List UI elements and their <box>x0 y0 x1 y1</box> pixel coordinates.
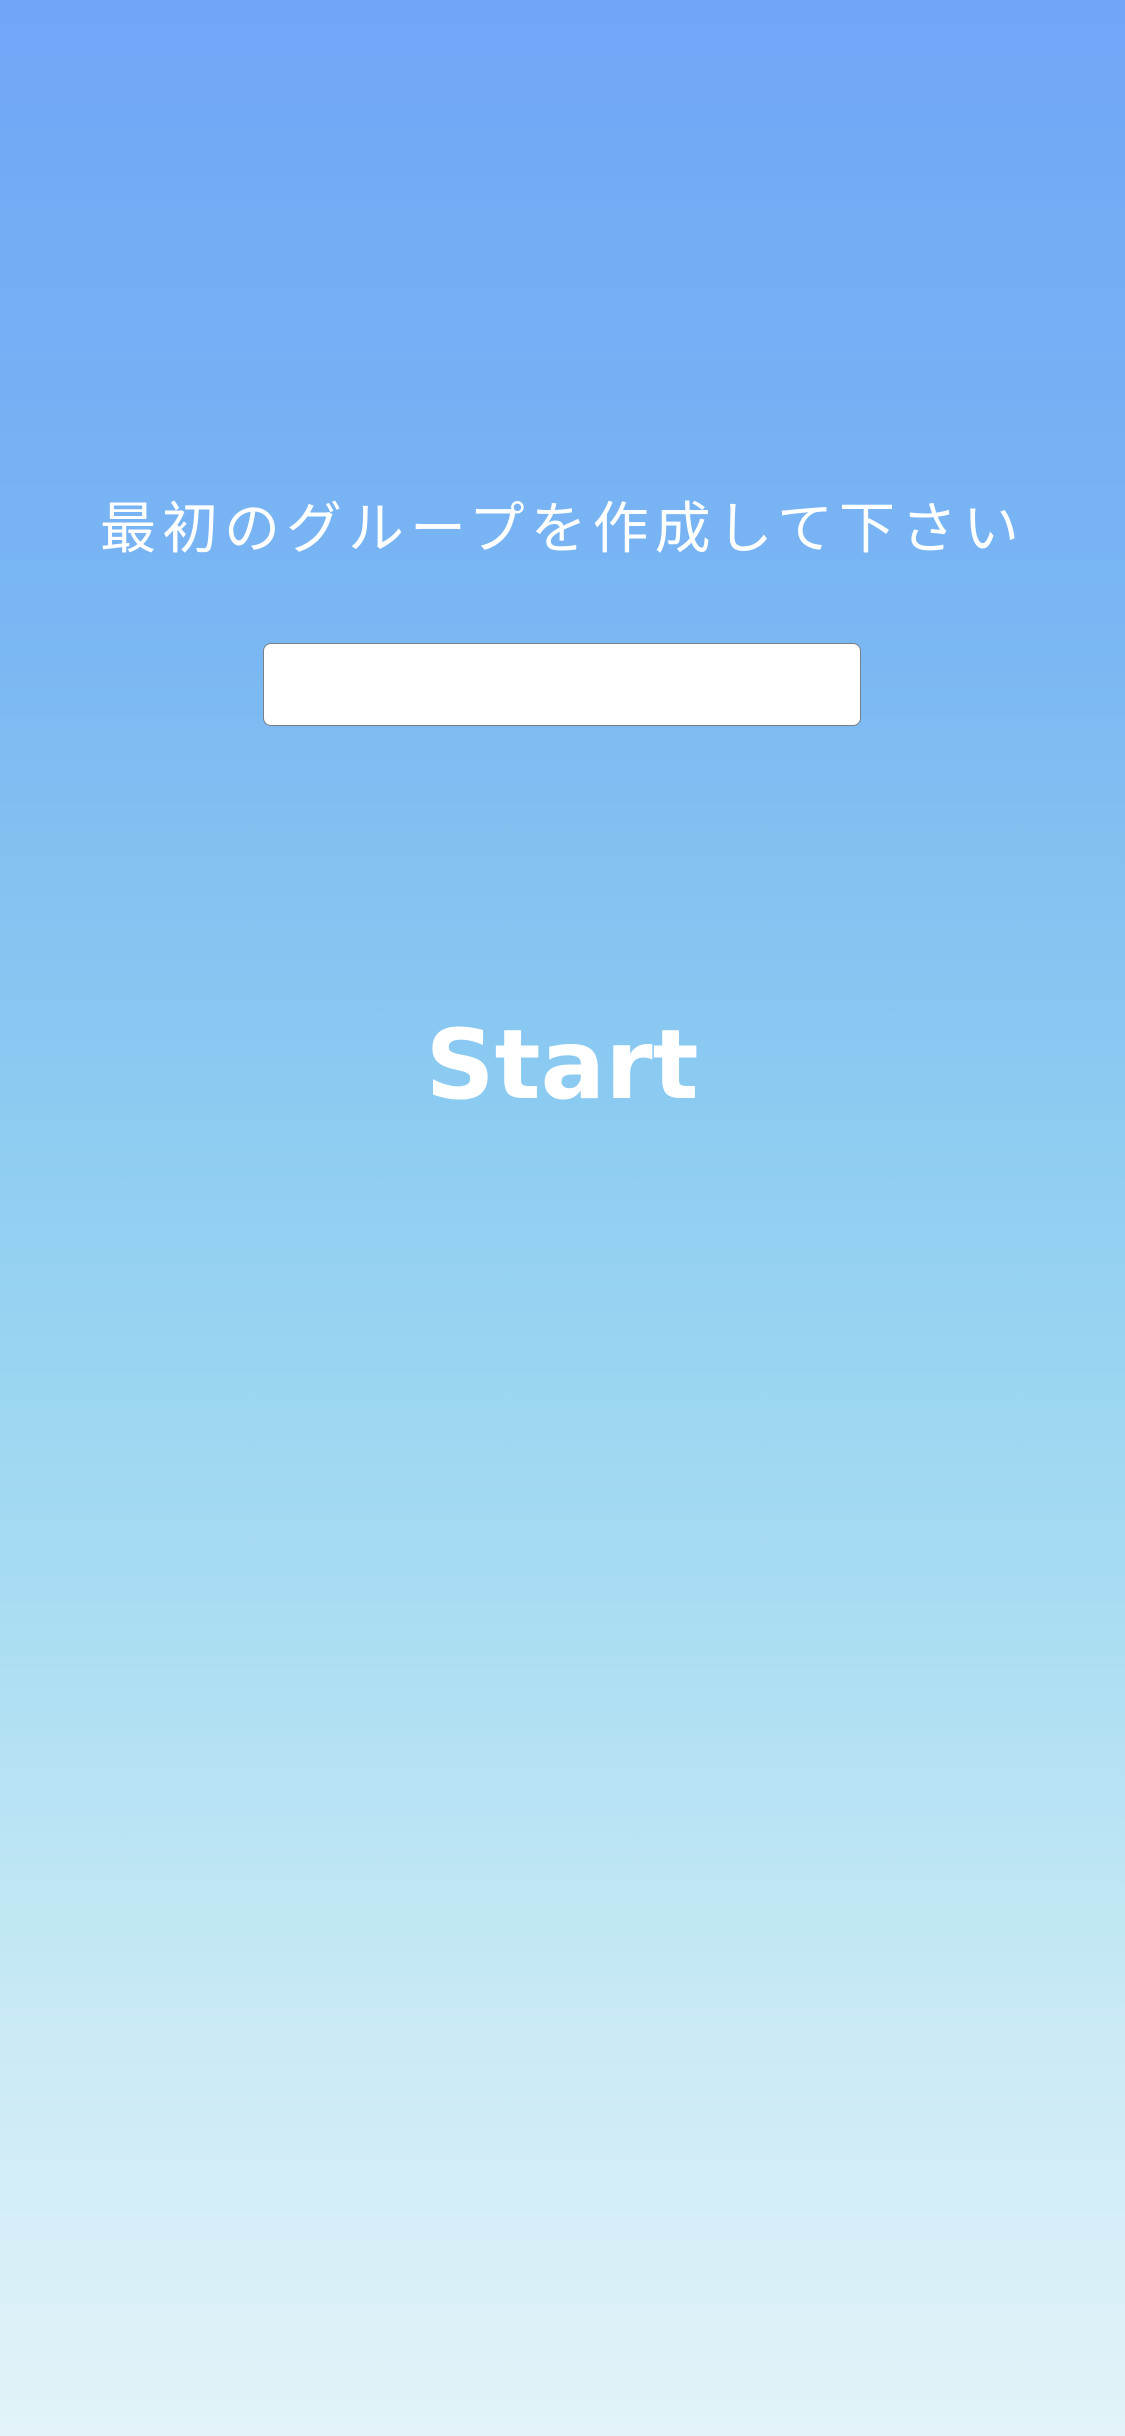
onboarding-screen: 最初のグループを作成して下さい Start <box>0 0 1125 2436</box>
start-button[interactable]: Start <box>412 1000 712 1130</box>
group-name-input[interactable] <box>263 643 861 726</box>
create-group-prompt: 最初のグループを作成して下さい <box>100 497 1025 562</box>
